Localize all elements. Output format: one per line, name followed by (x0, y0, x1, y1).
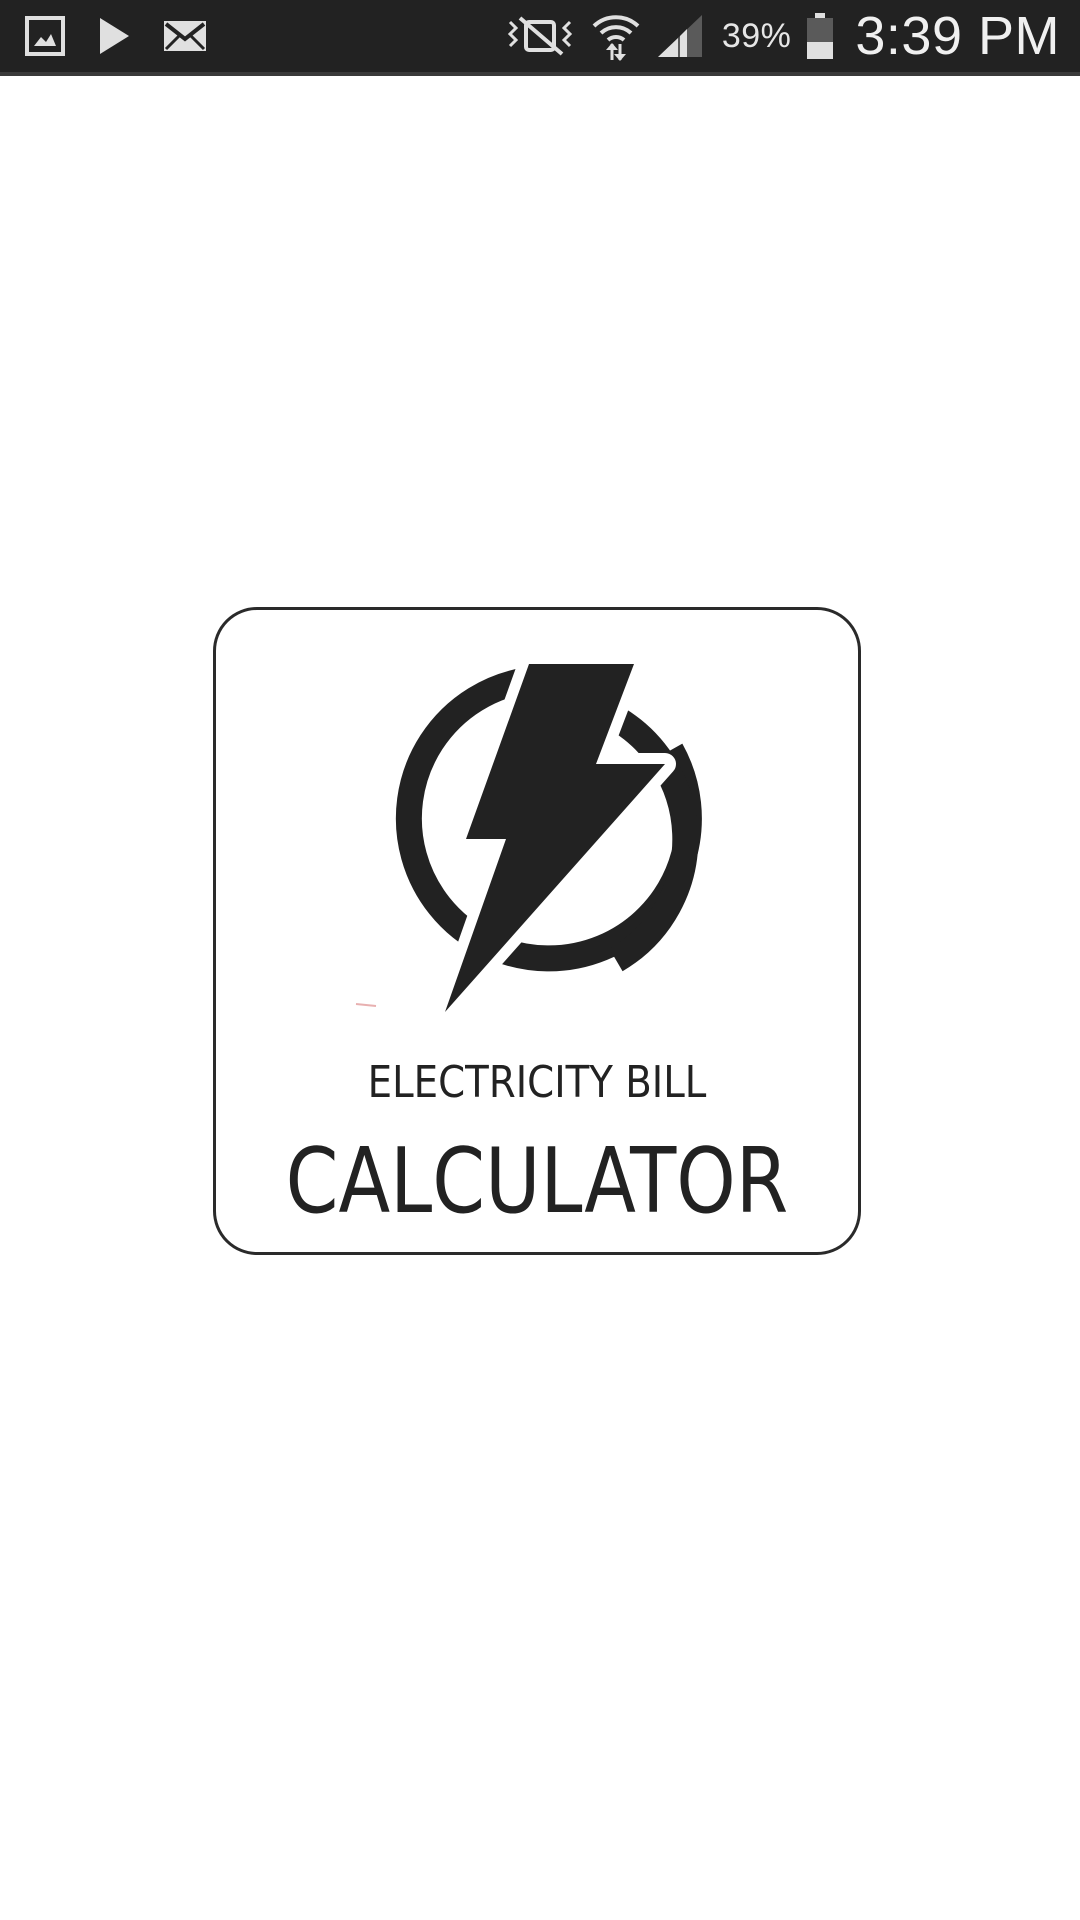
lightning-power-icon (355, 653, 702, 1023)
vibrate-mute-icon (504, 14, 576, 58)
app-logo: ELECTRICITY BILL CALCULATOR (213, 607, 861, 1255)
play-store-icon (96, 15, 132, 57)
notification-area (24, 0, 238, 72)
email-icon (162, 18, 208, 54)
status-clock: 3:39 PM (855, 6, 1060, 66)
logo-title-line2: CALCULATOR (285, 1129, 789, 1234)
wifi-icon (590, 10, 642, 62)
battery-icon (805, 12, 835, 60)
gallery-icon (24, 15, 66, 57)
signal-icon (656, 13, 706, 59)
status-bar: 39% 3:39 PM (0, 0, 1080, 76)
system-tray: 39% 3:39 PM (490, 0, 1060, 72)
battery-percentage: 39% (721, 16, 792, 55)
splash-screen: 39% 3:39 PM ELECTRICITY BILL CALCULATOR (0, 0, 1080, 1920)
logo-title-line1: ELECTRICITY BILL (367, 1057, 707, 1108)
